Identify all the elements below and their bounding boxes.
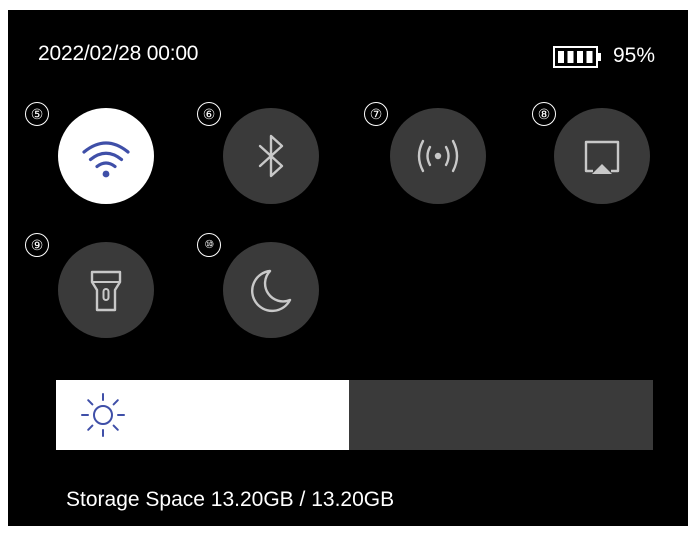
storage-used: 13.20GB [210, 488, 294, 511]
quick-settings-panel: 2022/02/28 00:00 95% ⑤ ⑥ ⑦ ⑧ ⑨ ⑩ Storage… [8, 10, 688, 526]
tile-number-5: ⑤ [25, 102, 49, 126]
tile-number-7: ⑦ [364, 102, 388, 126]
moon-icon [251, 269, 292, 313]
tile-number-9: ⑨ [25, 233, 49, 257]
battery-bar [577, 51, 583, 63]
flashlight-toggle[interactable] [58, 242, 154, 338]
brightness-slider[interactable] [56, 380, 653, 450]
battery-percent: 95% [613, 44, 656, 67]
tile-number-8: ⑧ [532, 102, 556, 126]
battery-bar [567, 51, 574, 63]
battery-bar [558, 51, 564, 63]
tile-number-10: ⑩ [197, 233, 221, 257]
storage-label: Storage Space [66, 488, 205, 511]
tile-number-6: ⑥ [197, 102, 221, 126]
storage-total: 13.20GB [311, 488, 395, 511]
night-mode-toggle[interactable] [223, 242, 319, 338]
flashlight-icon [90, 270, 122, 312]
hotspot-toggle[interactable] [390, 108, 486, 204]
bluetooth-toggle[interactable] [223, 108, 319, 204]
hotspot-icon [417, 139, 459, 173]
status-datetime: 2022/02/28 00:00 [38, 42, 199, 65]
wifi-toggle[interactable] [58, 108, 154, 204]
wifi-icon [82, 141, 130, 178]
storage-info: Storage Space 13.20GB / 13.20GB [66, 488, 394, 512]
sun-icon [81, 393, 125, 437]
bluetooth-icon [258, 134, 284, 178]
battery-bar [586, 51, 593, 63]
battery-icon [553, 46, 601, 68]
screen-cast-toggle[interactable] [554, 108, 650, 204]
screen-cast-icon [584, 140, 620, 174]
